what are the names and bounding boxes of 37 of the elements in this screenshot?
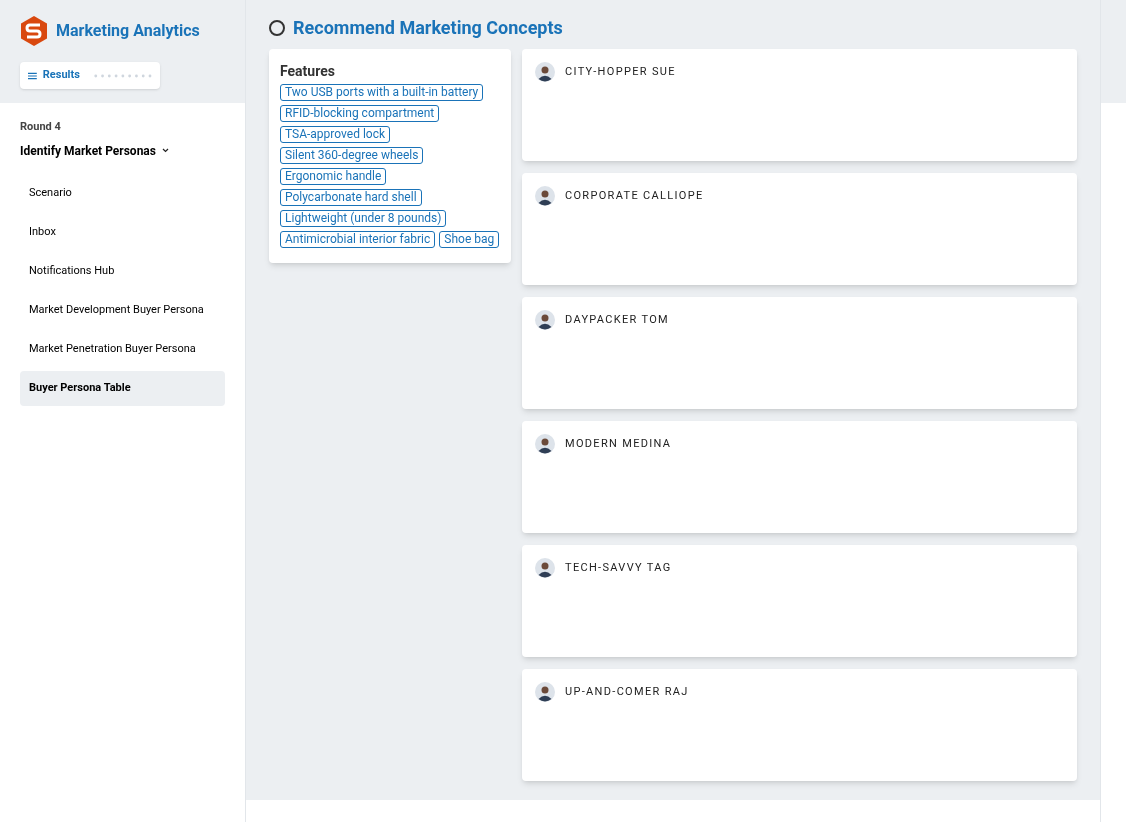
results-button[interactable]: Results — [20, 62, 160, 89]
feature-tag: TSA-approved lock — [280, 126, 390, 143]
avatar-icon — [535, 558, 555, 578]
persona-name: TECH-SAVVY TAG — [565, 559, 672, 576]
avatar-icon — [535, 682, 555, 702]
progress-dots-icon — [93, 73, 152, 78]
feature-tag: Two USB ports with a built-in battery — [280, 84, 484, 101]
logo-icon — [20, 16, 48, 46]
feature-tag: Polycarbonate hard shell — [280, 189, 422, 206]
persona-name: DAYPACKER TOM — [565, 311, 670, 328]
features-title: Features — [280, 62, 336, 81]
feature-tag: RFID-blocking compartment — [280, 105, 440, 122]
persona-name: CORPORATE CALLIOPE — [565, 187, 704, 204]
chevron-down-icon — [161, 148, 169, 153]
avatar-icon — [535, 310, 555, 330]
feature-tag: Ergonomic handle — [280, 168, 387, 185]
feature-tag: Shoe bag — [439, 231, 500, 248]
nav-item[interactable]: Scenario — [20, 175, 225, 211]
menu-icon — [28, 71, 37, 80]
feature-tag: Lightweight (under 8 pounds) — [280, 210, 447, 227]
persona-name: MODERN MEDINA — [565, 435, 672, 452]
nav-item[interactable]: Market Penetration Buyer Persona — [20, 331, 225, 367]
feature-tag: Antimicrobial interior fabric — [280, 231, 436, 248]
app-title: Marketing Analytics — [56, 20, 200, 42]
page-title: Recommend Marketing Concepts — [293, 16, 563, 40]
feature-tag: Silent 360-degree wheels — [280, 147, 424, 164]
nav-item[interactable]: Inbox — [20, 214, 225, 250]
nav-item[interactable]: Notifications Hub — [20, 253, 225, 289]
round-label: Round 4 — [20, 119, 62, 135]
avatar-icon — [535, 62, 555, 82]
persona-name: UP-AND-COMER RAJ — [565, 683, 689, 700]
nav-item[interactable]: Buyer Persona Table — [20, 370, 225, 406]
avatar-icon — [535, 434, 555, 454]
avatar-icon — [535, 186, 555, 206]
persona-name: CITY-HOPPER SUE — [565, 63, 676, 80]
nav-item[interactable]: Market Development Buyer Persona — [20, 292, 225, 328]
stage-title: Identify Market Personas — [20, 142, 156, 160]
